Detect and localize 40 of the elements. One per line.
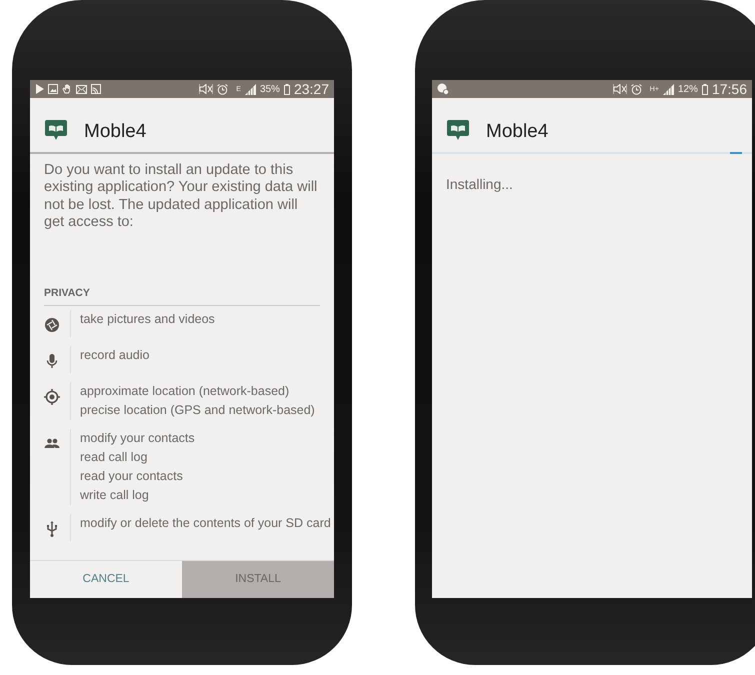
alarm-icon — [630, 84, 642, 94]
location-target-icon — [44, 389, 60, 406]
status-time: 23:27 — [294, 80, 329, 98]
permission-text: read your contacts — [80, 468, 184, 486]
permission-text: precise location (GPS and network-based) — [80, 402, 315, 420]
battery-percent: 35% — [260, 82, 280, 96]
mute-icon — [612, 84, 627, 94]
permission-text: approximate location (network-based) — [80, 383, 290, 400]
mute-icon — [199, 84, 214, 94]
permission-text: write call log — [80, 487, 150, 504]
image-icon — [48, 84, 58, 94]
mail-icon — [76, 84, 87, 94]
microphone-icon — [44, 353, 60, 370]
app-icon — [446, 118, 470, 142]
app-title: Moble4 — [84, 120, 146, 144]
battery-icon — [702, 84, 708, 94]
battery-percent: 12% — [678, 82, 698, 96]
alarm-icon — [217, 84, 228, 94]
play-icon — [35, 84, 44, 94]
signal-icon — [244, 84, 256, 94]
permission-text: modify or delete the contents of your SD card — [80, 515, 331, 532]
status-time: 17:56 — [712, 80, 747, 98]
section-heading: PRIVACY — [44, 286, 320, 306]
progress-indicator — [730, 152, 742, 154]
permission-text: take pictures and videos — [80, 311, 215, 328]
camera-shutter-icon — [44, 317, 60, 334]
permission-text: record audio — [80, 347, 150, 364]
signal-icon — [662, 84, 674, 94]
notification-icon — [437, 83, 449, 95]
hand-icon — [62, 84, 72, 94]
app-title: Moble4 — [486, 120, 548, 144]
usb-icon — [44, 521, 60, 538]
cast-icon — [91, 84, 101, 94]
install-message: Do you want to install an update to this existing application? Your existing data will not be lost. The updated application will get access to: — [43, 161, 318, 232]
cancel-button[interactable]: CANCEL — [30, 561, 182, 598]
permission-text: read call log — [80, 449, 148, 466]
battery-icon — [284, 84, 290, 94]
permission-text: modify your contacts — [80, 430, 195, 448]
app-icon — [44, 118, 68, 142]
status-text: Installing... — [446, 175, 514, 194]
